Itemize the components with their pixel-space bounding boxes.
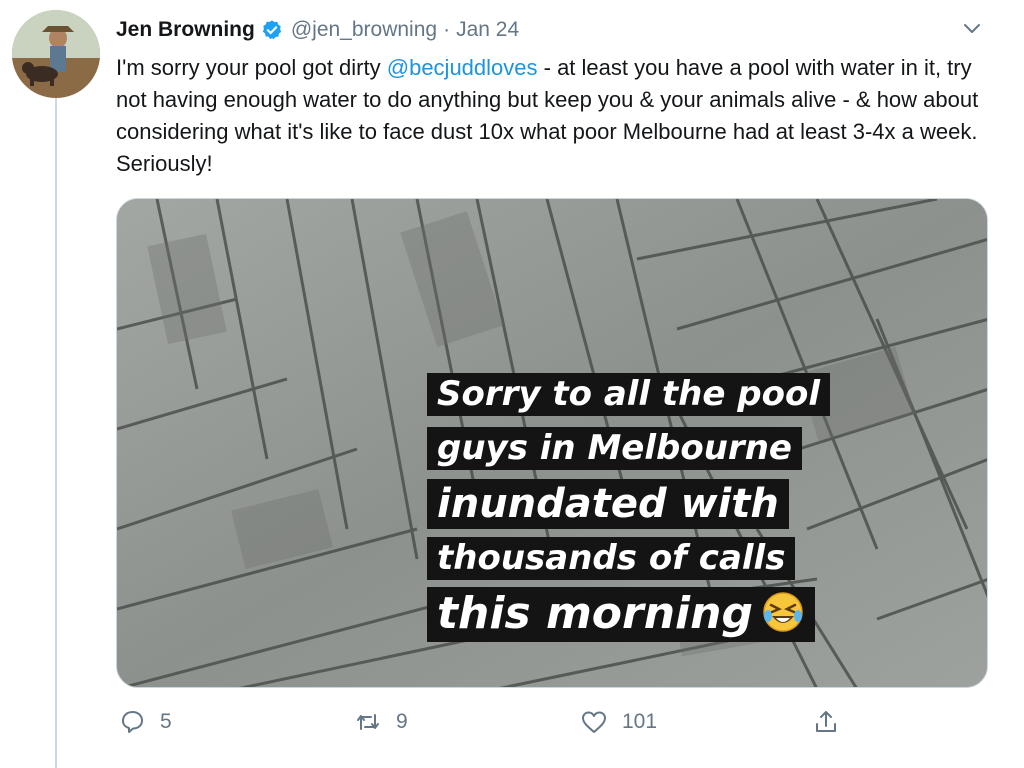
thread-line [55, 96, 57, 768]
like-icon [582, 711, 606, 733]
retweet-icon [357, 714, 379, 730]
reply-icon [122, 711, 143, 733]
author-name[interactable]: Jen Browning [116, 18, 255, 42]
retweet-count: 9 [396, 710, 408, 733]
laughing-emoji-icon [761, 590, 805, 634]
avatar[interactable] [12, 10, 100, 98]
reply-action[interactable]: 5 [118, 704, 172, 740]
share-action[interactable] [812, 704, 840, 740]
tweet-header: Jen Browning @jen_browning · Jan 24 [116, 14, 519, 46]
tweet-text: I'm sorry your pool got dirty @becjuddlo… [116, 52, 996, 180]
verified-badge-icon [261, 19, 283, 41]
retweet-action[interactable]: 9 [354, 704, 408, 740]
tweet-media[interactable]: Sorry to all the pool guys in Melbourne … [116, 198, 988, 688]
caption-line: guys in Melbourne [427, 427, 802, 471]
tweet-text-before: I'm sorry your pool got dirty [116, 55, 387, 80]
share-icon [816, 711, 836, 732]
caption-line: this morning [437, 588, 753, 639]
reply-count: 5 [160, 710, 172, 733]
chevron-down-icon[interactable] [960, 20, 984, 38]
tweet-date[interactable]: Jan 24 [456, 18, 519, 42]
caption-line: Sorry to all the pool [427, 373, 830, 417]
like-action[interactable]: 101 [580, 704, 657, 740]
caption-line: thousands of calls [427, 537, 796, 581]
caption-line: inundated with [427, 479, 789, 529]
separator-dot: · [443, 18, 451, 41]
author-handle[interactable]: @jen_browning [291, 18, 437, 42]
caption-line-last: this morning [427, 587, 815, 642]
like-count: 101 [622, 710, 658, 733]
mention-link[interactable]: @becjuddloves [387, 55, 538, 80]
